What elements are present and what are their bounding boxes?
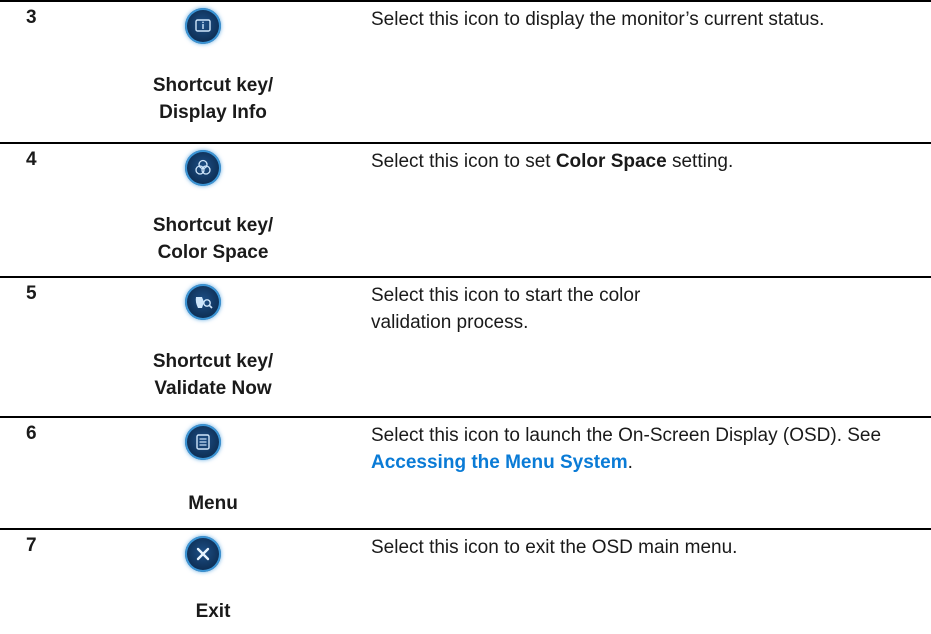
display-info-icon xyxy=(185,8,221,44)
icon-cell: Shortcut key/ Color Space xyxy=(118,144,308,276)
icon-caption: Exit xyxy=(195,601,231,622)
table-row: 3 Shortcut key/ Display Info Select this… xyxy=(0,0,931,142)
row-number: 4 xyxy=(26,149,37,170)
icon-cell: Shortcut key/ Validate Now xyxy=(118,278,308,416)
menu-icon xyxy=(185,424,221,460)
icon-cell: Menu xyxy=(118,418,308,528)
row-description: Select this icon to set Color Space sett… xyxy=(371,151,734,172)
icon-cell: Exit xyxy=(118,530,308,634)
table-row: 6 Menu Select this icon to launch the On… xyxy=(0,416,931,528)
shortcut-key-table: 3 Shortcut key/ Display Info Select this… xyxy=(0,0,931,634)
validate-now-icon xyxy=(185,284,221,320)
row-description: Select this icon to start the color vali… xyxy=(371,285,641,333)
row-number: 7 xyxy=(26,535,37,556)
table-row: 7 Exit Select this icon to exit the OSD … xyxy=(0,528,931,634)
row-description: Select this icon to launch the On-Screen… xyxy=(371,425,882,473)
table-row: 5 Shortcut key/ Validate Now Select this… xyxy=(0,276,931,416)
icon-caption: Shortcut key/ Color Space xyxy=(152,215,274,263)
row-description: Select this icon to display the monitor’… xyxy=(371,9,825,30)
icon-caption: Menu xyxy=(188,493,238,514)
icon-cell: Shortcut key/ Display Info xyxy=(118,2,308,142)
accessing-menu-system-link[interactable]: Accessing the Menu System xyxy=(371,452,628,473)
row-number: 5 xyxy=(26,283,37,304)
icon-caption: Shortcut key/ Validate Now xyxy=(152,351,274,399)
row-number: 6 xyxy=(26,423,37,444)
exit-icon xyxy=(185,536,221,572)
row-number: 3 xyxy=(26,7,37,28)
icon-caption: Shortcut key/ Display Info xyxy=(152,75,274,123)
table-row: 4 Shortcut key/ Color Space Select this … xyxy=(0,142,931,276)
row-description: Select this icon to exit the OSD main me… xyxy=(371,537,738,558)
color-space-icon xyxy=(185,150,221,186)
